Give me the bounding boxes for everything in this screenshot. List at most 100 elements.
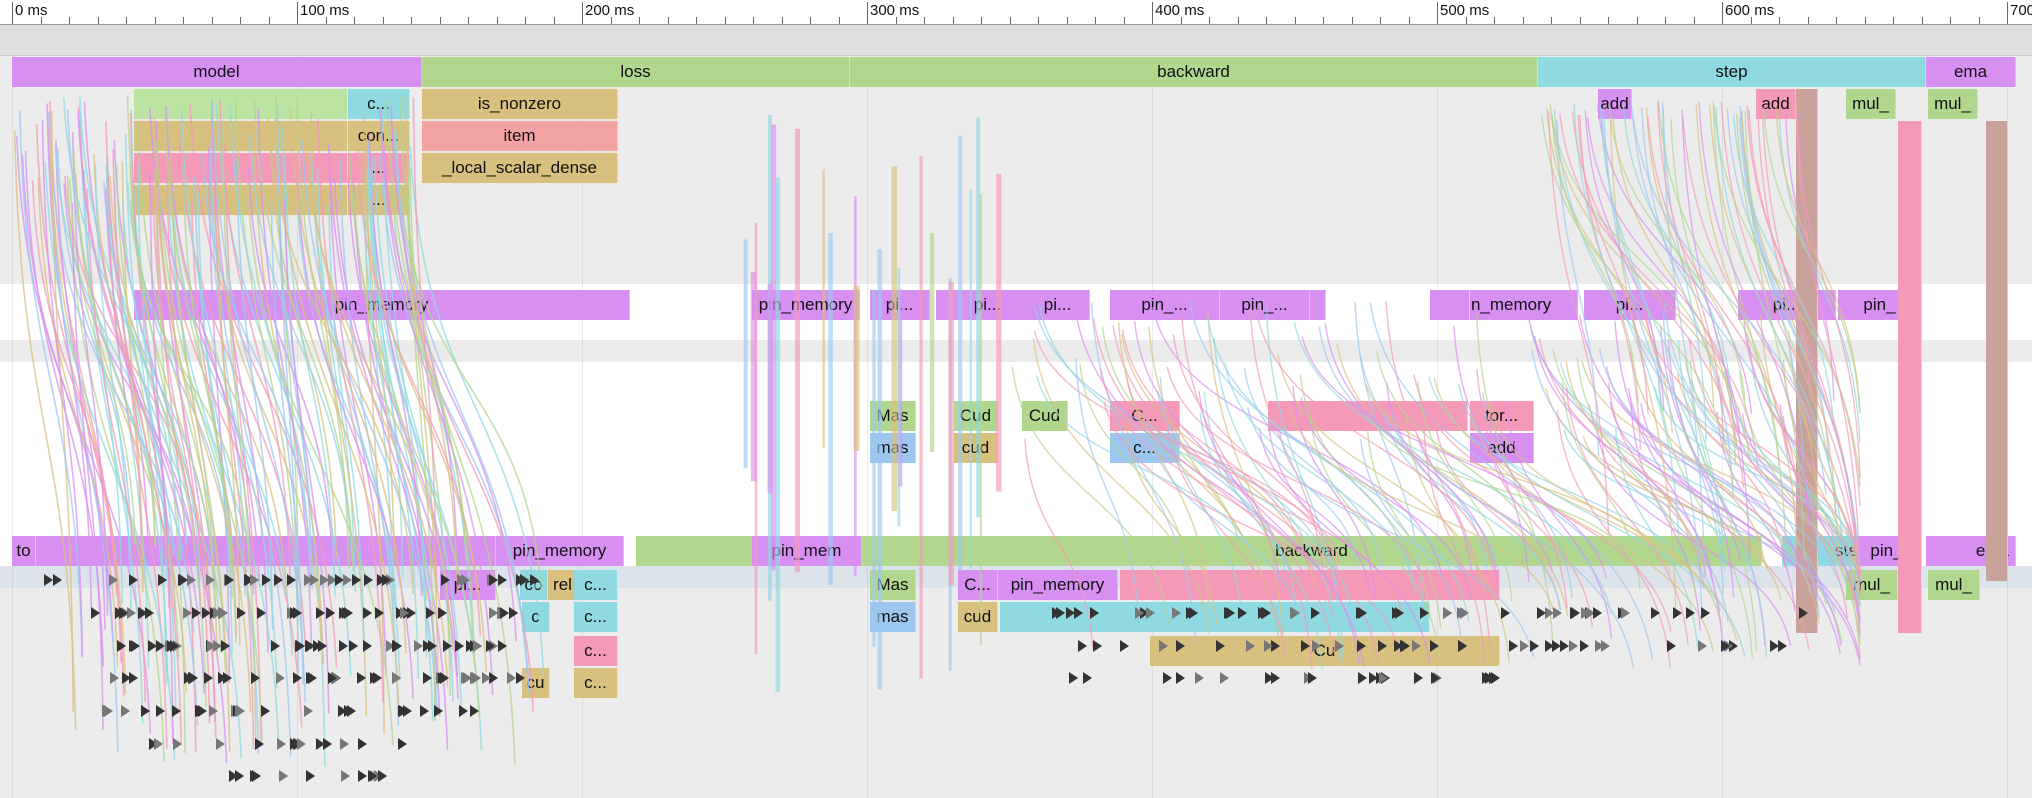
flow-arrowhead	[208, 705, 218, 717]
slice-bottom-mul-2[interactable]: mul_	[1928, 570, 1980, 600]
ruler-major-tick	[1152, 2, 1153, 24]
slice-mas-upper[interactable]: Mas	[870, 401, 916, 431]
flow-arrowhead	[367, 770, 377, 782]
slice-ema[interactable]: ema	[1926, 57, 2016, 87]
slice-model-block-b[interactable]	[134, 121, 348, 151]
ruler-minor-tick	[268, 17, 270, 24]
slice-cuda-c-upper[interactable]: C...	[1110, 401, 1180, 431]
slice-bottom-child-c1[interactable]: c...	[574, 570, 618, 600]
slice-model-child-3[interactable]: ...	[348, 153, 410, 183]
slice-bottom-to[interactable]: to	[12, 536, 36, 566]
slice-cud-lower-1[interactable]: cud	[954, 433, 998, 463]
ruler-minor-tick	[40, 17, 42, 24]
slice-bottom-pin-child[interactable]: pin_memory	[998, 570, 1118, 600]
ruler-minor-tick	[468, 17, 469, 24]
flow-arrowhead	[1162, 672, 1172, 684]
slice-bottom-step[interactable]: step	[1782, 536, 1868, 566]
slice-cuda-fill-a[interactable]	[1268, 401, 1468, 431]
slice-model-block-c[interactable]	[134, 153, 348, 183]
flow-arrowhead	[158, 574, 168, 586]
slice-bottom-pink-col[interactable]	[1898, 121, 1922, 633]
flow-arrowhead	[1650, 607, 1660, 619]
slice-loss[interactable]: loss	[422, 57, 850, 87]
slice-bottom-mul-1[interactable]: mul_	[1846, 570, 1898, 600]
slice-step[interactable]: step	[1538, 57, 1926, 87]
slice-model[interactable]: model	[12, 57, 422, 87]
slice-bottom-child-c5[interactable]: c...	[574, 668, 618, 698]
slice-bottom-c-upper[interactable]: C...	[958, 570, 998, 600]
time-ruler[interactable]: 0 ms 100 ms 200 ms 300 ms 400 ms 500 ms 600 ms…	[0, 0, 2032, 25]
slice-model-child-1[interactable]: c...	[348, 89, 410, 119]
slice-bottom-child-cu[interactable]: cu	[522, 668, 550, 698]
flow-arrowhead	[1700, 607, 1710, 619]
slice-bottom-child-c2[interactable]: c...	[574, 602, 618, 632]
slice-bottom-mauve-col-2[interactable]	[1986, 121, 2008, 581]
ruler-minor-tick	[981, 17, 982, 24]
ruler-minor-tick	[411, 17, 412, 24]
flow-arrowhead	[1145, 607, 1155, 619]
slice-bottom-mas-2[interactable]: mas	[870, 602, 916, 632]
slice-step-add-1[interactable]: add	[1598, 89, 1632, 119]
flow-arrowhead	[377, 770, 387, 782]
ruler-minor-tick	[1921, 17, 1923, 24]
flow-arrowhead	[1308, 672, 1318, 684]
slice-pin-memory-10[interactable]: pi...	[1738, 290, 1836, 320]
slice-pin-memory-3[interactable]: pi...	[870, 290, 930, 320]
slice-local-scalar-dense[interactable]: _local_scalar_dense	[422, 153, 618, 183]
slice-bottom-mas-1[interactable]: Mas	[870, 570, 916, 600]
slice-pin-memory-4[interactable]: pi...	[936, 290, 1040, 320]
slice-cud-upper-1[interactable]: Cud	[954, 401, 998, 431]
flow-arrowhead	[1135, 607, 1145, 619]
slice-bottom-fill-pink[interactable]	[1120, 570, 1500, 600]
slice-bottom-pin-memory[interactable]: pin_memory	[496, 536, 624, 566]
slice-bottom-purple-a[interactable]	[36, 536, 496, 566]
slice-model-block-a[interactable]	[134, 89, 348, 119]
ruler-minor-tick	[496, 17, 498, 24]
slice-cud-upper-2[interactable]: Cud	[1022, 401, 1068, 431]
flow-arrowhead	[1378, 672, 1388, 684]
slice-bottom-fill-tan[interactable]: Cu	[1150, 636, 1500, 666]
slice-mas-lower[interactable]: mas	[870, 433, 916, 463]
slice-bottom-mauve-col[interactable]	[1796, 89, 1818, 633]
slice-pin-memory-1[interactable]: pin_memory	[134, 290, 630, 320]
slice-bottom-cud[interactable]: cud	[958, 602, 998, 632]
slice-bottom-pin-mem[interactable]: pin_mem	[752, 536, 862, 566]
slice-model-child-4[interactable]: ...	[348, 185, 410, 215]
flow-arrowhead	[1459, 607, 1469, 619]
slice-bottom-backward[interactable]: backward	[862, 536, 1762, 566]
flow-arrowhead	[1172, 607, 1182, 619]
slice-tor[interactable]: tor...	[1470, 401, 1534, 431]
ruler-minor-tick	[1750, 17, 1752, 24]
grid-line	[1722, 56, 1723, 798]
slice-step-mul-2[interactable]: mul_	[1928, 89, 1978, 119]
flow-arrowhead	[1430, 640, 1440, 652]
slice-pin-memory-7b[interactable]	[1310, 290, 1326, 320]
slice-cuda-add[interactable]: add	[1470, 433, 1534, 463]
flow-arrowhead	[343, 574, 353, 586]
flow-arrowhead	[156, 705, 166, 717]
ruler-minor-tick	[154, 17, 156, 24]
slice-pin-memory-6[interactable]: pin_...	[1110, 290, 1220, 320]
flow-arrowhead	[189, 672, 199, 684]
ruler-minor-tick	[525, 17, 526, 24]
slice-bottom-child-co2[interactable]: c	[522, 602, 550, 632]
slice-model-block-d[interactable]	[134, 185, 348, 215]
slice-pin-memory-7[interactable]: pin_...	[1220, 290, 1310, 320]
slice-backward[interactable]: backward	[850, 57, 1538, 87]
flow-arrowhead	[1358, 672, 1368, 684]
slice-pin-memory-2[interactable]: pin_memory	[752, 290, 860, 320]
slice-bottom-child-c4[interactable]: c...	[574, 636, 618, 666]
slice-step-mul-1[interactable]: mul_	[1846, 89, 1896, 119]
flow-arrowhead	[167, 640, 177, 652]
slice-cuda-c-lower[interactable]: c...	[1110, 433, 1180, 463]
slice-pin-memory-9[interactable]: pi...	[1584, 290, 1676, 320]
slice-step-add-2[interactable]: add	[1756, 89, 1796, 119]
flow-arrowhead	[362, 607, 372, 619]
slice-is-nonzero[interactable]: is_nonzero	[422, 89, 618, 119]
slice-pin-memory-5[interactable]: pi...	[1026, 290, 1090, 320]
slice-model-child-2[interactable]: con...	[348, 121, 410, 151]
flow-arrowhead	[43, 574, 53, 586]
slice-pin-memory-8a[interactable]	[1430, 290, 1470, 320]
ruler-major-tick	[2007, 2, 2008, 24]
slice-item[interactable]: item	[422, 121, 618, 151]
